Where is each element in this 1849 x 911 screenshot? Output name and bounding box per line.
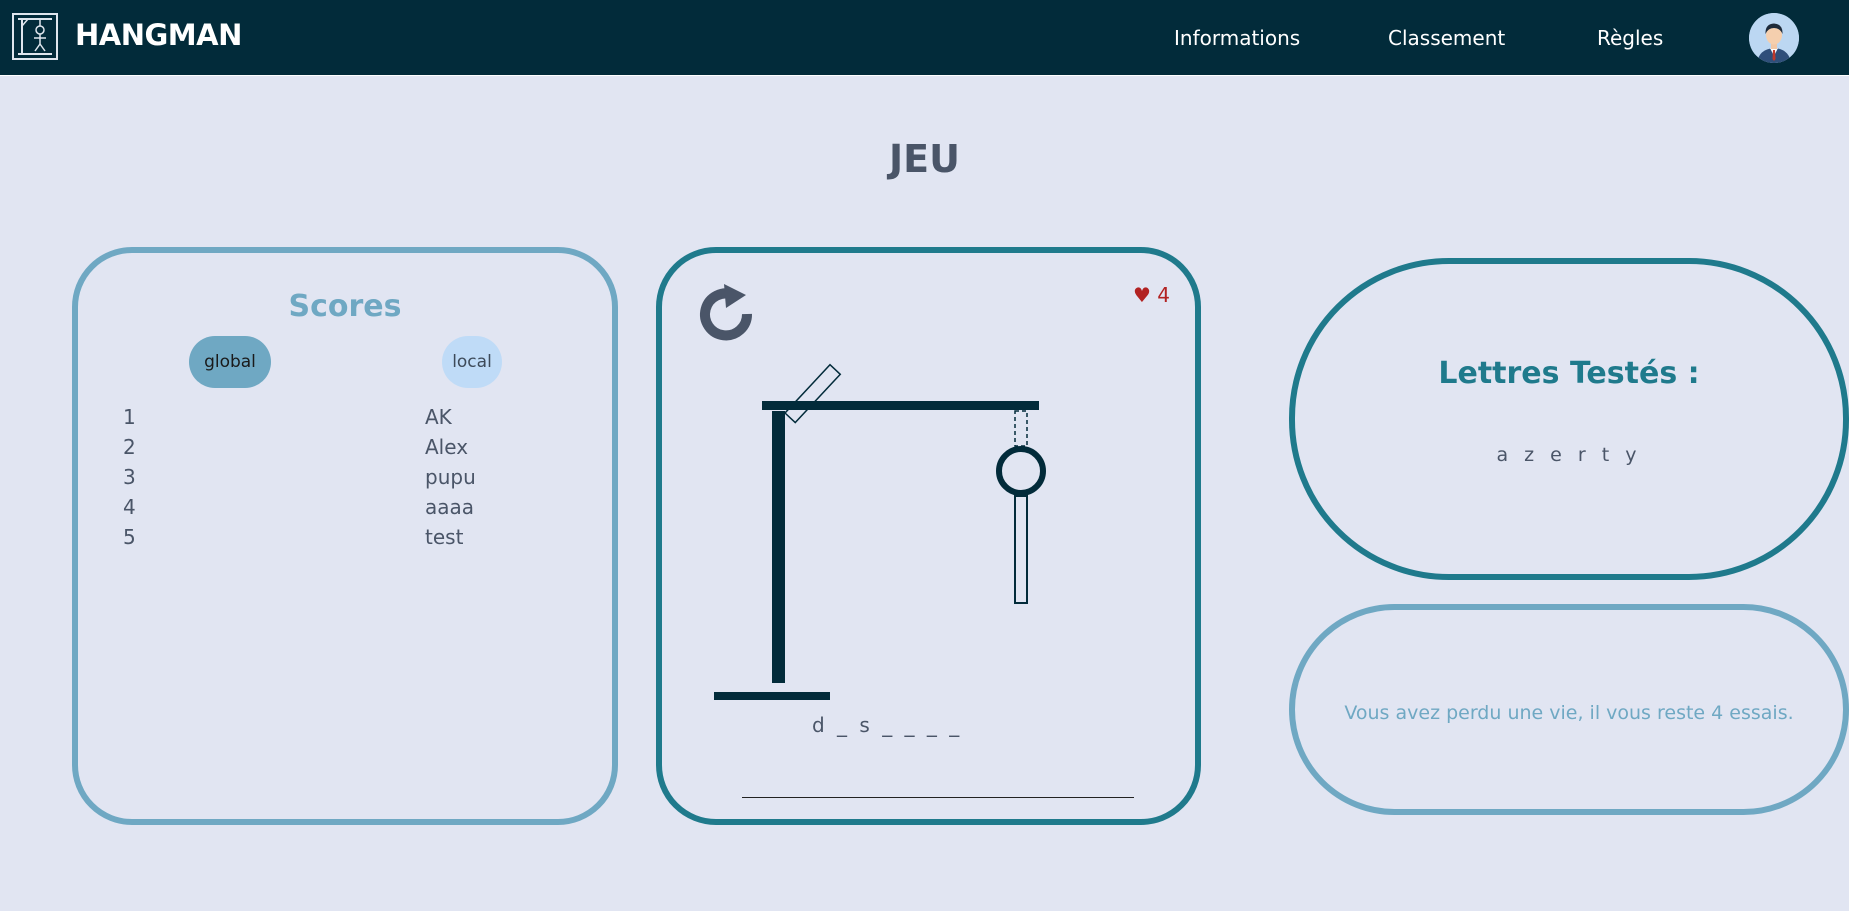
hangman-head	[996, 446, 1046, 496]
scores-title: Scores	[288, 289, 402, 324]
hidden-word: d _ s _ _ _ _	[812, 713, 962, 737]
game-message: Vous avez perdu une vie, il vous reste 4…	[1344, 702, 1794, 724]
noose-rope	[1014, 410, 1028, 447]
tested-letters-list: a z e r t y	[1496, 444, 1642, 466]
user-avatar[interactable]	[1749, 13, 1799, 63]
score-rank: 2	[123, 435, 136, 459]
score-row: 4 aaaa	[78, 495, 612, 525]
user-icon	[1749, 13, 1799, 63]
score-player: pupu	[425, 465, 476, 489]
score-player: Alex	[425, 435, 469, 459]
score-player: aaaa	[425, 495, 475, 519]
hangman-logo-icon[interactable]	[12, 13, 58, 60]
score-row: 1 AK	[78, 405, 612, 435]
tested-letters-card: Lettres Testés : a z e r t y	[1289, 258, 1849, 580]
scores-card: Scores global local 1 AK 2 Alex 3 pupu 4…	[72, 247, 618, 825]
game-card: ♥ 4 d _ s _ _ _ _	[656, 247, 1201, 825]
global-scores-button[interactable]: global	[189, 336, 271, 388]
brand-title[interactable]: HANGMAN	[75, 18, 242, 52]
navbar: HANGMAN Informations Classement Règles	[0, 0, 1849, 76]
score-rank: 1	[123, 405, 136, 429]
score-row: 5 test	[78, 525, 612, 555]
message-card: Vous avez perdu une vie, il vous reste 4…	[1289, 604, 1849, 815]
score-player: AK	[425, 405, 452, 429]
nav-link-classement[interactable]: Classement	[1388, 26, 1505, 50]
page-title: JEU	[889, 137, 960, 181]
score-row: 2 Alex	[78, 435, 612, 465]
score-rank: 4	[123, 495, 136, 519]
tested-letters-title: Lettres Testés :	[1438, 356, 1700, 391]
hangman-body	[1014, 495, 1028, 604]
nav-link-informations[interactable]: Informations	[1174, 26, 1300, 50]
score-rank: 3	[123, 465, 136, 489]
letter-input[interactable]	[742, 763, 1134, 798]
gallows-base	[714, 692, 830, 700]
local-scores-button[interactable]: local	[442, 336, 502, 388]
gallows-beam	[762, 401, 1039, 410]
gallows-post	[772, 411, 785, 683]
gallows-brace	[783, 363, 842, 424]
score-player: test	[425, 525, 464, 549]
score-row: 3 pupu	[78, 465, 612, 495]
nav-link-regles[interactable]: Règles	[1597, 26, 1663, 50]
score-rank: 5	[123, 525, 136, 549]
